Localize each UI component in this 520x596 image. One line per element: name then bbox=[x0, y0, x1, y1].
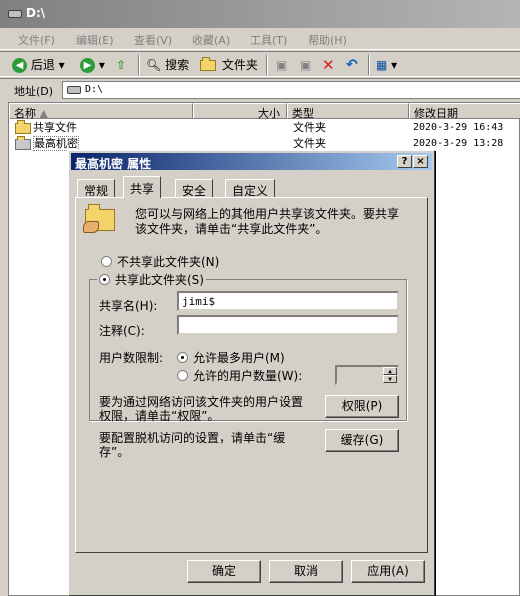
forward-arrow-icon: ▶ bbox=[80, 58, 95, 73]
menu-file[interactable]: 文件(F) bbox=[18, 32, 55, 48]
file-type: 文件夹 bbox=[293, 121, 326, 134]
help-button[interactable]: ? bbox=[397, 155, 412, 168]
radio-circle bbox=[99, 274, 110, 285]
column-header-date[interactable]: 修改日期 bbox=[409, 103, 520, 120]
tab-sharing[interactable]: 共享 bbox=[123, 176, 162, 198]
drive-icon bbox=[8, 9, 22, 18]
menu-view[interactable]: 查看(V) bbox=[134, 32, 172, 48]
search-button[interactable]: 🔍︎ 搜索 bbox=[146, 56, 189, 74]
views-icon: ▦ bbox=[376, 58, 388, 72]
column-type-label: 类型 bbox=[292, 107, 314, 120]
address-input[interactable]: D:\ bbox=[62, 81, 520, 99]
views-button[interactable]: ▦ ▾ bbox=[376, 56, 397, 74]
radio-circle bbox=[177, 370, 188, 381]
file-name: 最高机密 bbox=[33, 136, 79, 151]
close-button[interactable]: × bbox=[413, 155, 428, 168]
copy-to-icon: ▣ bbox=[300, 58, 312, 72]
delete-icon: ✕ bbox=[322, 56, 335, 74]
sort-ascending-icon: ▲ bbox=[39, 107, 48, 120]
permissions-button[interactable]: 权限(P) bbox=[325, 395, 399, 418]
search-icon: 🔍︎ bbox=[146, 58, 162, 72]
forward-button[interactable]: ▶ ▾ bbox=[80, 56, 105, 74]
address-bar: 地址(D) D:\ bbox=[0, 78, 520, 100]
tab-custom[interactable]: 自定义 bbox=[225, 179, 276, 198]
folder-icon bbox=[15, 135, 31, 150]
cache-button[interactable]: 缓存(G) bbox=[325, 429, 399, 452]
delete-button[interactable]: ✕ bbox=[322, 56, 335, 74]
folders-icon bbox=[200, 57, 216, 71]
move-to-icon: ▣ bbox=[276, 58, 288, 72]
back-button[interactable]: ◀ 后退 ▾ bbox=[12, 56, 65, 74]
file-row[interactable]: 共享文件 文件夹 2020-3-29 16:43 bbox=[15, 119, 515, 136]
back-label: 后退 bbox=[30, 58, 55, 72]
menu-favorites[interactable]: 收藏(A) bbox=[192, 32, 230, 48]
file-date: 2020-3-29 16:43 bbox=[413, 122, 504, 133]
copy-to-button[interactable]: ▣ bbox=[300, 56, 311, 74]
share-hand-icon bbox=[83, 221, 99, 233]
allowed-users-label: 允许的用户数量(W): bbox=[193, 369, 303, 383]
folder-icon bbox=[15, 119, 31, 134]
radio-circle bbox=[177, 352, 188, 363]
column-size-label: 大小 bbox=[258, 107, 280, 120]
menu-tools[interactable]: 工具(T) bbox=[250, 32, 287, 48]
toolbar-separator bbox=[138, 55, 140, 75]
no-share-radio[interactable]: 不共享此文件夹(N) bbox=[101, 253, 219, 270]
properties-dialog: 最高机密 属性 ? × 常规 共享 安全 自定义 您可以与网络上的其他用户共享该… bbox=[68, 150, 435, 596]
column-date-label: 修改日期 bbox=[414, 107, 458, 120]
share-name-label: 共享名(H): bbox=[99, 299, 158, 313]
max-users-label: 允许最多用户(M) bbox=[193, 351, 285, 365]
toolbar-separator bbox=[368, 55, 370, 75]
spin-down-icon[interactable]: ▼ bbox=[383, 375, 397, 383]
undo-icon: ↶ bbox=[346, 57, 358, 73]
tab-security[interactable]: 安全 bbox=[175, 179, 214, 198]
dialog-title: 最高机密 属性 bbox=[75, 157, 152, 171]
share-radio[interactable]: 共享此文件夹(S) bbox=[97, 271, 206, 288]
allowed-users-radio[interactable]: 允许的用户数量(W): bbox=[177, 367, 302, 384]
folders-button[interactable]: 文件夹 bbox=[200, 56, 258, 74]
apply-button[interactable]: 应用(A) bbox=[351, 560, 425, 583]
drive-icon bbox=[67, 86, 81, 94]
share-label: 共享此文件夹(S) bbox=[115, 273, 204, 287]
column-header-type[interactable]: 类型 bbox=[287, 103, 409, 120]
column-header-name[interactable]: 名称 ▲ bbox=[9, 103, 193, 120]
no-share-label: 不共享此文件夹(N) bbox=[117, 255, 220, 269]
cancel-button[interactable]: 取消 bbox=[269, 560, 343, 583]
file-name: 共享文件 bbox=[33, 121, 77, 134]
explorer-title-bar: D:\ bbox=[0, 0, 520, 28]
window-title: D:\ bbox=[26, 6, 46, 20]
menu-help[interactable]: 帮助(H) bbox=[308, 32, 347, 48]
move-to-button[interactable]: ▣ bbox=[276, 56, 287, 74]
toolbar-separator bbox=[266, 55, 268, 75]
intro-text: 您可以与网络上的其他用户共享该文件夹。要共享该文件夹，请单击“共享此文件夹”。 bbox=[135, 207, 400, 236]
radio-circle bbox=[101, 256, 112, 267]
max-users-radio[interactable]: 允许最多用户(M) bbox=[177, 349, 285, 366]
ok-button[interactable]: 确定 bbox=[187, 560, 261, 583]
menu-edit[interactable]: 编辑(E) bbox=[76, 32, 114, 48]
search-label: 搜索 bbox=[165, 58, 190, 72]
undo-button[interactable]: ↶ bbox=[346, 56, 358, 74]
tab-general[interactable]: 常规 bbox=[77, 179, 116, 198]
user-count-spinner[interactable]: ▲ ▼ bbox=[335, 365, 399, 385]
spin-up-icon[interactable]: ▲ bbox=[383, 367, 397, 375]
comment-input[interactable] bbox=[177, 315, 399, 335]
column-header-size[interactable]: 大小 bbox=[193, 103, 287, 120]
up-folder-button[interactable]: ⇧ bbox=[116, 56, 126, 74]
dialog-title-bar: 最高机密 属性 ? × bbox=[71, 153, 432, 171]
comment-label: 注释(C): bbox=[99, 324, 145, 338]
up-folder-icon: ⇧ bbox=[116, 58, 127, 72]
user-limit-label: 用户数限制: bbox=[99, 351, 164, 365]
back-arrow-icon: ◀ bbox=[12, 58, 27, 73]
permissions-text: 要为通过网络访问该文件夹的用户设置权限，请单击“权限”。 bbox=[99, 395, 304, 423]
column-name-label: 名称 bbox=[14, 107, 36, 120]
cache-text: 要配置脱机访问的设置，请单击“缓存”。 bbox=[99, 431, 286, 459]
menu-bar: 文件(F) 编辑(E) 查看(V) 收藏(A) 工具(T) 帮助(H) bbox=[0, 28, 520, 50]
address-label: 地址(D) bbox=[14, 85, 54, 98]
address-value: D:\ bbox=[85, 84, 104, 95]
share-name-input[interactable]: jimi$ bbox=[177, 291, 399, 311]
toolbar: ◀ 后退 ▾ ▶ ▾ ⇧ 🔍︎ 搜索 文件夹 ▣ ▣ ✕ ↶ ▦ ▾ bbox=[0, 51, 520, 77]
folders-label: 文件夹 bbox=[221, 58, 258, 72]
